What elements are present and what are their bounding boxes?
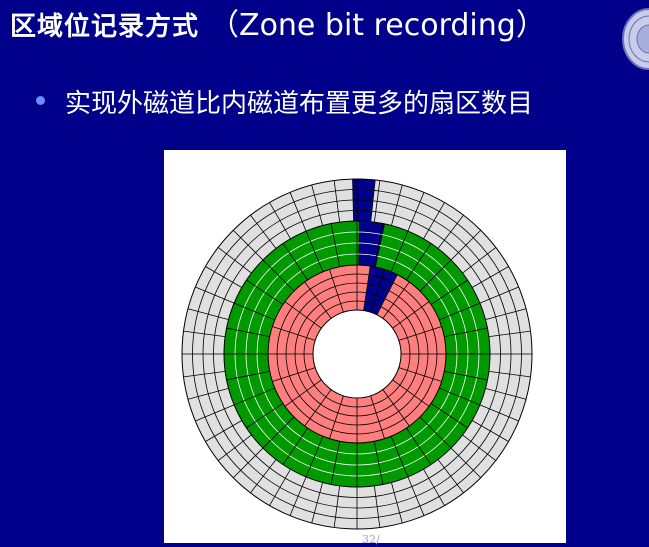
title-english: （Zone bit recording） [209,8,546,43]
disk-diagram [181,178,533,530]
zone-recording-figure [164,150,566,543]
slide-title: 区域位记录方式 （Zone bit recording） [10,6,546,50]
page-number: 32/ [362,533,380,546]
university-seal-logo [622,8,649,70]
bullet-item: 实现外磁道比内磁道布置更多的扇区数目 [36,84,533,124]
title-chinese: 区域位记录方式 [10,12,200,42]
bullet-dot-icon [36,96,45,105]
bullet-text: 实现外磁道比内磁道布置更多的扇区数目 [65,89,534,119]
